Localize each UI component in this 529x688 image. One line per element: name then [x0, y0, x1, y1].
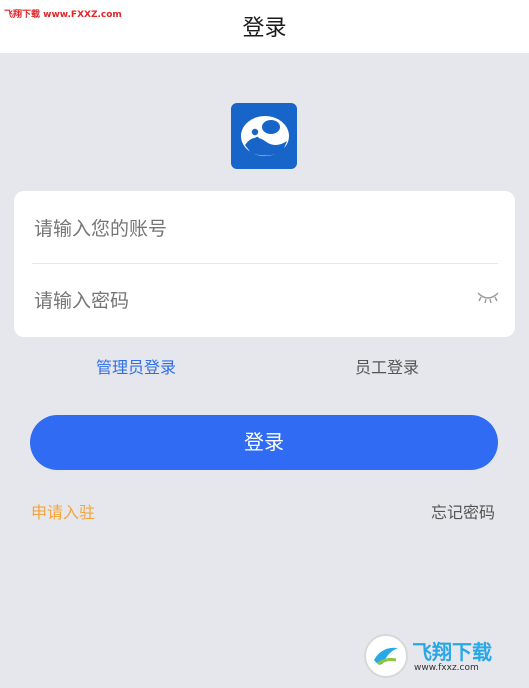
- page-title: 登录: [242, 16, 287, 41]
- elephant-logo-icon: [231, 103, 297, 169]
- forgot-password-link[interactable]: 忘记密码: [431, 499, 495, 523]
- watermark-url: www.fxxz.com: [414, 663, 479, 673]
- watermark-title: 飞翔下载: [412, 640, 492, 664]
- field-divider: [32, 263, 498, 264]
- top-bar: 飞翔下载 www.FXXZ.com 登录: [0, 0, 529, 53]
- eye-closed-icon[interactable]: [476, 289, 500, 309]
- password-input[interactable]: [32, 287, 502, 317]
- login-button[interactable]: 登录: [30, 415, 498, 470]
- tab-staff-login[interactable]: 员工登录: [355, 354, 419, 378]
- apply-join-link[interactable]: 申请入驻: [31, 499, 95, 523]
- watermark-logo-icon: [364, 634, 408, 678]
- login-form-card: [14, 191, 515, 337]
- watermark-badge: 飞翔下载 www.fxxz.com: [360, 628, 526, 684]
- account-input[interactable]: [32, 215, 502, 245]
- tab-admin-login[interactable]: 管理员登录: [96, 354, 176, 378]
